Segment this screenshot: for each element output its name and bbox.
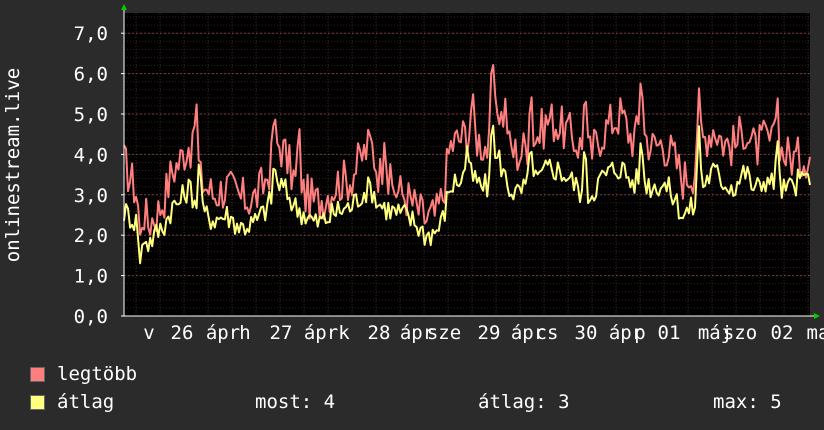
legend-swatch xyxy=(30,366,45,382)
x-tick-label: 30 xyxy=(575,322,598,344)
y-tick-label: 4,0 xyxy=(74,144,108,166)
legend-label: legtöbb xyxy=(57,363,138,385)
x-tick-label: 29 xyxy=(478,322,501,344)
legend-label: átlag xyxy=(57,391,115,413)
legend-item-legtobb: legtöbb xyxy=(30,363,137,385)
x-tick-label: ápr xyxy=(304,322,338,344)
plot-background xyxy=(124,13,810,316)
x-tick-label: ápr xyxy=(206,322,240,344)
x-tick-label: sze xyxy=(427,322,461,344)
x-tick-label: v xyxy=(143,322,154,344)
y-tick-label: 7,0 xyxy=(74,23,108,45)
stat-max: max: 5 xyxy=(713,391,782,413)
legend-swatch xyxy=(30,394,45,410)
stat-most: most: 4 xyxy=(255,391,336,413)
y-axis-arrow xyxy=(121,4,127,10)
x-tick-label: h xyxy=(239,322,250,344)
x-tick-label: 01 xyxy=(658,322,681,344)
x-tick-label: p xyxy=(634,322,645,344)
y-tick-label: 5,0 xyxy=(74,104,108,126)
x-tick-label: ma xyxy=(807,322,824,344)
x-tick-label: 28 xyxy=(368,322,391,344)
x-axis-arrow xyxy=(814,313,820,319)
x-tick-label: szo xyxy=(723,322,757,344)
y-tick-label: 0,0 xyxy=(74,306,108,328)
y-tick-label: 1,0 xyxy=(74,266,108,288)
x-tick-label: k xyxy=(338,322,350,344)
x-tick-label: 27 xyxy=(270,322,293,344)
legend-item-atlag: átlag xyxy=(30,391,114,413)
x-tick-label: 26 xyxy=(171,322,194,344)
stat-atlag: átlag: 3 xyxy=(478,391,570,413)
x-tick-label: cs xyxy=(536,322,559,344)
y-tick-label: 3,0 xyxy=(74,185,108,207)
y-axis-label: onlinestream.live xyxy=(2,68,24,262)
y-tick-label: 2,0 xyxy=(74,225,108,247)
x-tick-label: 02 xyxy=(771,322,794,344)
y-tick-label: 6,0 xyxy=(74,64,108,86)
